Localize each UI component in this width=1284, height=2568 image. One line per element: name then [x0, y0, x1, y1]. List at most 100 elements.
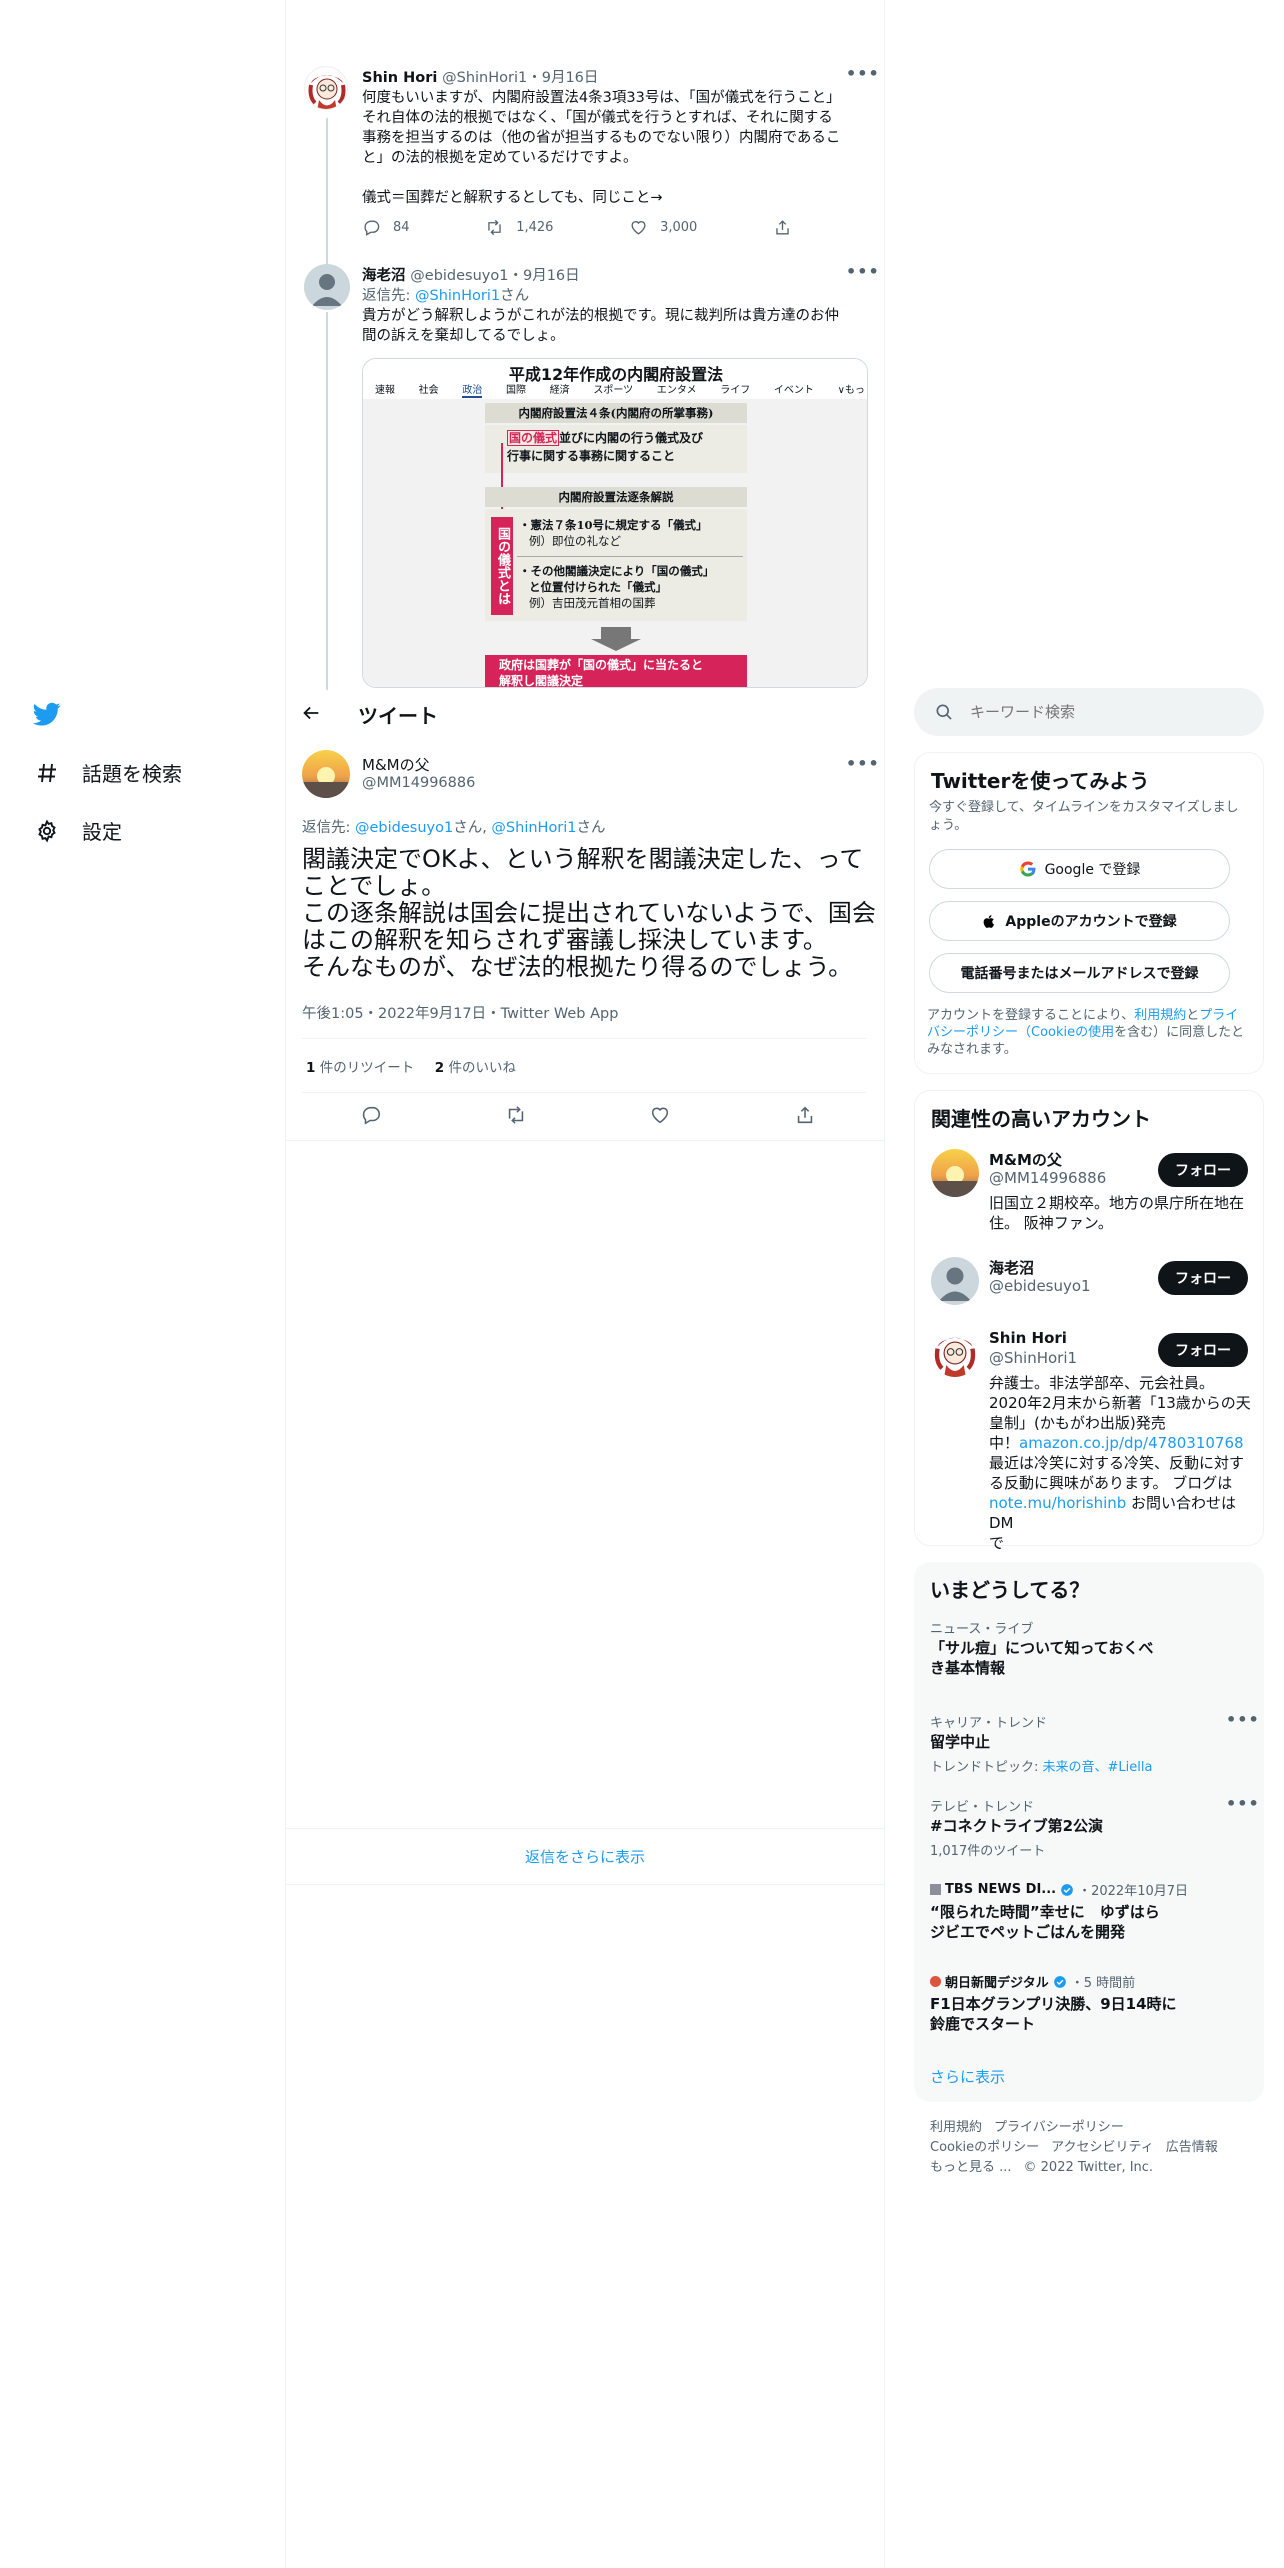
- avatar[interactable]: [302, 750, 350, 798]
- like-stat[interactable]: 2 件のいいね: [435, 1060, 516, 1076]
- avatar[interactable]: [304, 264, 350, 310]
- author-handle[interactable]: @ebidesuyo1: [410, 268, 508, 284]
- retweet-stat[interactable]: 1 件のリツイート: [306, 1060, 414, 1076]
- image-tab: ライフ: [720, 385, 751, 396]
- tweet-date[interactable]: ・9月16日: [527, 70, 598, 86]
- retweet-button[interactable]: [505, 1104, 527, 1126]
- trend-more-button[interactable]: •••: [1226, 1710, 1260, 1729]
- footer-link[interactable]: Cookieのポリシー: [930, 2138, 1039, 2158]
- apple-icon: [982, 913, 997, 930]
- retweet-total: 1: [306, 1060, 316, 1076]
- main-author-handle[interactable]: @MM14996886: [362, 775, 475, 791]
- account-handle[interactable]: @ebidesuyo1: [989, 1277, 1091, 1295]
- trend-item[interactable]: ニュース・ライブ 「サル痘」について知っておくべ き基本情報: [914, 1618, 1264, 1696]
- divider: [302, 1092, 866, 1093]
- retweet-icon: [508, 1106, 523, 1124]
- copyright: © 2022 Twitter, Inc.: [1023, 2160, 1154, 2175]
- apple-signup-label: Appleのアカウントで登録: [1005, 914, 1177, 930]
- reply-mention[interactable]: @ebidesuyo1: [355, 820, 453, 836]
- trend-item[interactable]: キャリア・トレンド ••• 留学中止 トレンドトピック: 未来の音、#Liell…: [914, 1710, 1264, 1782]
- like-button[interactable]: 3,000: [629, 218, 697, 237]
- account-handle[interactable]: @ShinHori1: [989, 1349, 1077, 1367]
- author-name[interactable]: 海老沼: [362, 268, 406, 284]
- more-options-button[interactable]: •••: [846, 754, 880, 773]
- reply-mention[interactable]: @ShinHori1: [415, 288, 500, 304]
- footer-more-link[interactable]: もっと見る ...: [930, 2158, 1012, 2178]
- account-name[interactable]: 海老沼: [989, 1257, 1034, 1278]
- account-name[interactable]: Shin Hori: [989, 1329, 1067, 1347]
- reply-button[interactable]: [360, 1104, 382, 1126]
- reply-button[interactable]: 84: [362, 218, 410, 237]
- bio-link[interactable]: note.mu/horishinb: [989, 1494, 1126, 1512]
- more-options-button[interactable]: •••: [846, 262, 880, 281]
- heart-icon: [631, 221, 646, 235]
- tweet-date[interactable]: ・9月16日: [508, 268, 579, 284]
- divider: [286, 1140, 884, 1141]
- down-arrow-icon: [591, 639, 641, 651]
- tweet-image[interactable]: 平成12年作成の内閣府設置法 速報 社会 政治 国際 経済 スポーツ エンタメ ライフ イベント…: [362, 358, 868, 688]
- relevant-title: 関連性の高いアカウント: [931, 1107, 1151, 1131]
- footer-link[interactable]: アクセシビリティ: [1051, 2138, 1154, 2158]
- retweet-button[interactable]: 1,426: [485, 218, 553, 237]
- show-more-trends-link[interactable]: さらに表示: [930, 2066, 1005, 2087]
- news-source-row: TBS NEWS DI... ・2022年10月7日: [930, 1880, 1188, 1899]
- apple-signup-button[interactable]: Appleのアカウントで登録: [929, 901, 1230, 941]
- like-button[interactable]: [649, 1104, 671, 1126]
- footer-link[interactable]: 利用規約: [930, 2118, 982, 2138]
- thread-connector: [326, 118, 328, 264]
- bio-link[interactable]: amazon.co.jp/dp/4780310768: [1019, 1434, 1244, 1452]
- account-name[interactable]: M&Mの父: [989, 1149, 1062, 1170]
- footer-link[interactable]: 広告情報: [1166, 2138, 1218, 2158]
- news-source: TBS NEWS DI...: [945, 1882, 1057, 1897]
- avatar[interactable]: [931, 1329, 979, 1377]
- footer-link[interactable]: プライバシーポリシー: [994, 2118, 1124, 2138]
- author-handle[interactable]: @ShinHori1: [442, 70, 527, 86]
- more-options-button[interactable]: •••: [846, 64, 880, 83]
- trend-title: 「サル痘」について知っておくべ き基本情報: [930, 1639, 1154, 1677]
- google-signup-button[interactable]: Google で登録: [929, 849, 1230, 889]
- reply-mention[interactable]: @ShinHori1: [491, 820, 576, 836]
- diagram-text: 政府は国葬が「国の儀式」に当たると: [499, 658, 704, 672]
- news-date: ・5 時間前: [1070, 1976, 1136, 1991]
- trend-more-button[interactable]: •••: [1226, 1794, 1260, 1813]
- news-title: “限られた時間”幸せに ゆずはら ジビエでペットごはんを開発: [930, 1903, 1160, 1941]
- news-item[interactable]: TBS NEWS DI... ・2022年10月7日 “限られた時間”幸せに ゆ…: [914, 1880, 1264, 1956]
- news-item[interactable]: 朝日新聞デジタル ・5 時間前 F1日本グランプリ決勝、9日14時に 鈴鹿でスタ…: [914, 1972, 1264, 2048]
- reply-count: 84: [393, 220, 410, 235]
- avatar[interactable]: [931, 1257, 979, 1305]
- follow-button[interactable]: フォロー: [1158, 1153, 1248, 1187]
- search-input[interactable]: [970, 698, 1250, 726]
- divider: [302, 1038, 866, 1039]
- tweet-actions: 84 1,426 3,000: [362, 218, 792, 237]
- nav-explore[interactable]: 話題を検索: [34, 758, 182, 787]
- terms-link[interactable]: 利用規約: [1134, 1008, 1186, 1023]
- author-name[interactable]: Shin Hori: [362, 70, 437, 86]
- reply-prefix: 返信先:: [302, 820, 355, 836]
- main-author-name[interactable]: M&Mの父: [362, 754, 430, 775]
- page-title: ツイート: [358, 704, 438, 728]
- diagram-text: と位置付けられた「儀式」: [529, 580, 667, 594]
- search-box[interactable]: [914, 688, 1264, 736]
- cookie-link[interactable]: Cookieの使用: [1031, 1025, 1114, 1040]
- share-icon: [776, 220, 789, 235]
- avatar[interactable]: [931, 1149, 979, 1197]
- reply-suffix: さん: [576, 820, 606, 836]
- follow-button[interactable]: フォロー: [1158, 1261, 1248, 1295]
- account-handle[interactable]: @MM14996886: [989, 1169, 1106, 1187]
- avatar[interactable]: [304, 66, 348, 110]
- follow-button[interactable]: フォロー: [1158, 1333, 1248, 1367]
- trend-item[interactable]: テレビ・トレンド ••• #コネクトライブ第2公演 1,017件のツイート: [914, 1794, 1264, 1866]
- tweet-timestamp[interactable]: 午後1:05・2022年9月17日・Twitter Web App: [302, 1002, 618, 1023]
- main-tweet-actions: [360, 1104, 816, 1126]
- phone-email-signup-button[interactable]: 電話番号またはメールアドレスで登録: [929, 953, 1230, 993]
- trend-topic-link[interactable]: 未来の音、#Liella: [1043, 1760, 1153, 1775]
- back-arrow-icon[interactable]: [300, 702, 324, 726]
- diagram-box1-heading: 内閣府設置法４条(内閣府の所掌事務): [485, 403, 747, 423]
- terms-text: と: [1186, 1008, 1200, 1023]
- share-icon: [797, 1106, 813, 1124]
- show-more-replies-link[interactable]: 返信をさらに表示: [286, 1846, 884, 1867]
- twitter-logo-icon[interactable]: [32, 700, 62, 728]
- share-button[interactable]: [773, 218, 792, 237]
- share-button[interactable]: [794, 1104, 816, 1126]
- nav-settings[interactable]: 設定: [34, 816, 122, 845]
